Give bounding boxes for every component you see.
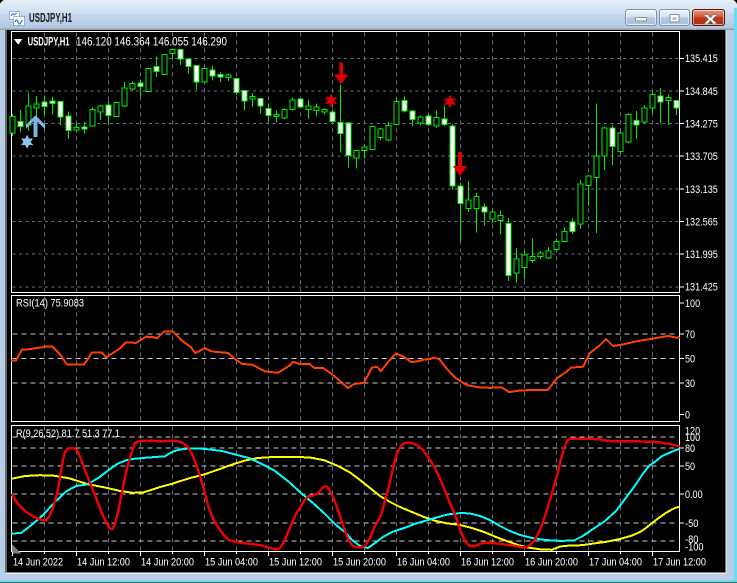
svg-text:R(9,26,52) 81.7 51.3 77.1: R(9,26,52) 81.7 51.3 77.1 — [16, 428, 120, 440]
svg-text:RSI(14) 75.9083: RSI(14) 75.9083 — [16, 298, 84, 310]
svg-text:134.845: 134.845 — [685, 86, 718, 98]
svg-text:132.565: 132.565 — [685, 216, 718, 228]
svg-text:14 Jun 20:00: 14 Jun 20:00 — [141, 557, 194, 569]
svg-text:16 Jun 12:00: 16 Jun 12:00 — [461, 557, 514, 569]
svg-text:133.135: 133.135 — [685, 184, 718, 196]
svg-text:30: 30 — [685, 378, 695, 390]
svg-text:16 Jun 04:00: 16 Jun 04:00 — [397, 557, 450, 569]
svg-text:0.00: 0.00 — [685, 489, 703, 501]
svg-text:50: 50 — [685, 353, 695, 365]
svg-text:USDJPY,H1: USDJPY,H1 — [29, 10, 72, 25]
svg-text:-100: -100 — [685, 542, 704, 554]
svg-text:100: 100 — [685, 298, 700, 310]
svg-text:14 Jun 12:00: 14 Jun 12:00 — [77, 557, 130, 569]
svg-text:80: 80 — [685, 443, 695, 455]
svg-text:15 Jun 04:00: 15 Jun 04:00 — [205, 557, 258, 569]
svg-text:134.275: 134.275 — [685, 119, 718, 131]
svg-text:17 Jun 04:00: 17 Jun 04:00 — [589, 557, 642, 569]
svg-text:17 Jun 12:00: 17 Jun 12:00 — [653, 557, 706, 569]
svg-text:133.705: 133.705 — [685, 151, 718, 163]
svg-text:146.120 146.364 146.055 146.29: 146.120 146.364 146.055 146.290 — [76, 37, 227, 49]
svg-text:14 Jun 2022: 14 Jun 2022 — [13, 557, 63, 569]
svg-text:50: 50 — [685, 461, 695, 473]
svg-text:70: 70 — [685, 329, 695, 341]
svg-text:15 Jun 20:00: 15 Jun 20:00 — [333, 557, 386, 569]
svg-text:131.425: 131.425 — [685, 282, 718, 294]
svg-text:15 Jun 12:00: 15 Jun 12:00 — [269, 557, 322, 569]
svg-text:16 Jun 20:00: 16 Jun 20:00 — [525, 557, 578, 569]
svg-text:135.415: 135.415 — [685, 53, 718, 65]
svg-text:131.995: 131.995 — [685, 249, 718, 261]
svg-text:0: 0 — [685, 409, 690, 421]
svg-text:USDJPY,H1: USDJPY,H1 — [28, 37, 70, 49]
svg-text:-50: -50 — [685, 518, 699, 530]
